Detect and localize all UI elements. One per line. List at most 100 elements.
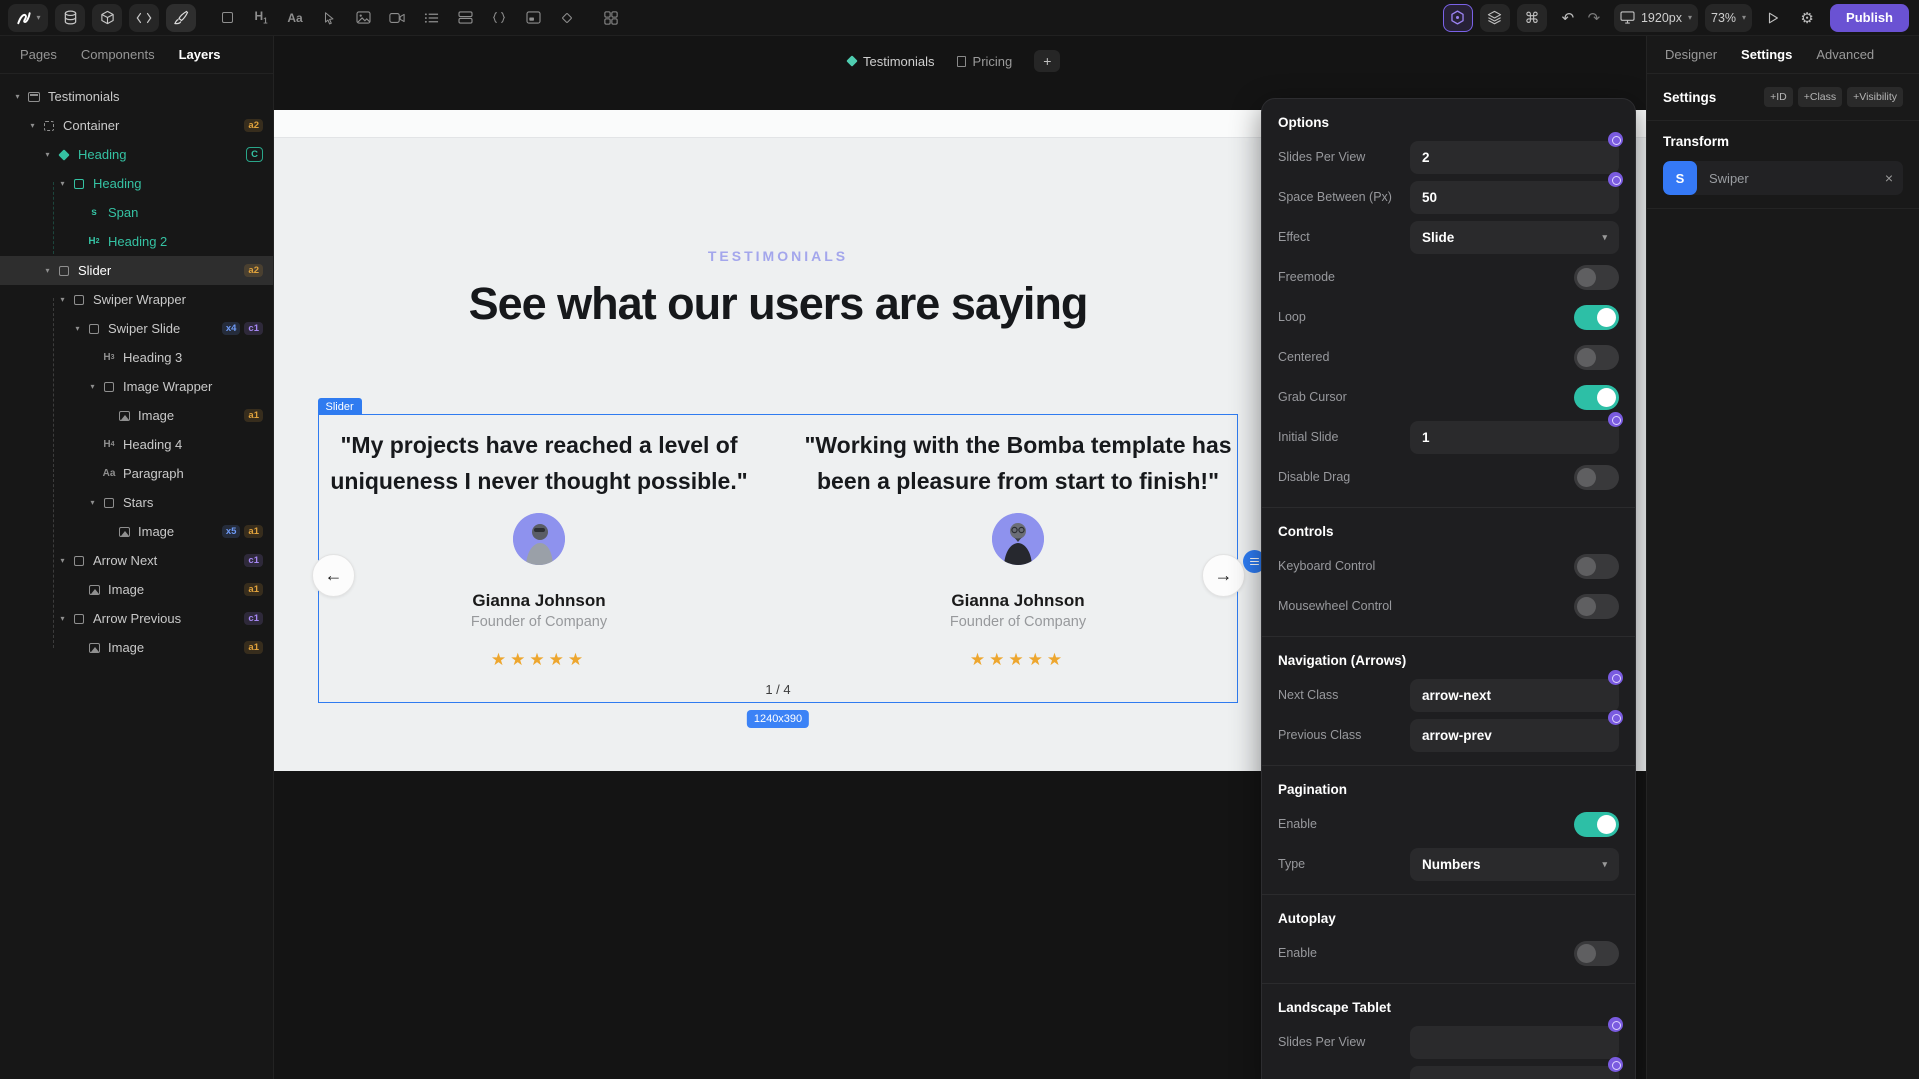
section-heading[interactable]: See what our users are saying: [318, 278, 1238, 330]
design-paintbrush-button[interactable]: [166, 4, 196, 32]
expand-chevron-icon[interactable]: ▾: [40, 150, 55, 159]
layer-row-image[interactable]: Imagea1: [0, 575, 273, 604]
layer-row-image[interactable]: Imagex5a1: [0, 517, 273, 546]
layer-row-image[interactable]: Imagea1: [0, 401, 273, 430]
expand-chevron-icon[interactable]: ▾: [85, 498, 100, 507]
layer-row-heading-3[interactable]: H3Heading 3: [0, 343, 273, 372]
layer-row-testimonials[interactable]: ▾Testimonials: [0, 82, 273, 111]
expand-chevron-icon[interactable]: ▾: [70, 324, 85, 333]
binding-badge-icon[interactable]: [1608, 132, 1623, 147]
frame-icon[interactable]: [212, 4, 242, 32]
expand-chevron-icon[interactable]: ▾: [10, 92, 25, 101]
code-button[interactable]: [129, 4, 159, 32]
app-logo-menu[interactable]: ▾: [8, 4, 48, 32]
add-class-button[interactable]: +Class: [1798, 87, 1842, 107]
option-select[interactable]: Slide▾: [1410, 221, 1619, 254]
slider-next-button[interactable]: →: [1202, 554, 1245, 597]
expand-chevron-icon[interactable]: ▾: [55, 295, 70, 304]
toggle-centered[interactable]: [1574, 345, 1619, 370]
page-tab-pricing[interactable]: Pricing: [957, 54, 1013, 69]
option-input[interactable]: 2: [1410, 141, 1619, 174]
settings-gear-button[interactable]: ⚙: [1794, 5, 1820, 31]
expand-chevron-icon[interactable]: ▾: [55, 614, 70, 623]
transform-swiper-item[interactable]: S Swiper ×: [1663, 161, 1903, 195]
layer-row-span[interactable]: sSpan: [0, 198, 273, 227]
layer-row-heading[interactable]: ▾Heading: [0, 169, 273, 198]
slider-element[interactable]: Slider "My projects have reached a level…: [318, 414, 1238, 703]
node-hexagon-button[interactable]: [1443, 4, 1473, 32]
heading-icon[interactable]: H1: [246, 4, 276, 32]
binding-badge-icon[interactable]: [1608, 1057, 1623, 1072]
binding-badge-icon[interactable]: [1608, 1017, 1623, 1032]
layer-row-heading[interactable]: ▾HeadingC: [0, 140, 273, 169]
layer-row-paragraph[interactable]: AaParagraph: [0, 459, 273, 488]
add-page-tab-button[interactable]: +: [1034, 50, 1060, 72]
expand-chevron-icon[interactable]: ▾: [40, 266, 55, 275]
layer-row-heading-4[interactable]: H4Heading 4: [0, 430, 273, 459]
toggle-enable[interactable]: [1574, 941, 1619, 966]
layer-row-arrow-next[interactable]: ▾Arrow Nextc1: [0, 546, 273, 575]
testimonial-slide[interactable]: "My projects have reached a level of uni…: [319, 427, 759, 670]
toggle-freemode[interactable]: [1574, 265, 1619, 290]
video-icon[interactable]: [382, 4, 412, 32]
section-eyebrow[interactable]: TESTIMONIALS: [318, 248, 1238, 264]
image-icon[interactable]: [348, 4, 378, 32]
layer-row-heading-2[interactable]: H2Heading 2: [0, 227, 273, 256]
testimonial-slide[interactable]: "Working with the Bomba template has bee…: [797, 427, 1239, 670]
layer-row-slider[interactable]: ▾Slidera2: [0, 256, 273, 285]
tab-components[interactable]: Components: [81, 47, 155, 62]
layer-row-swiper-wrapper[interactable]: ▾Swiper Wrapper: [0, 285, 273, 314]
binding-badge-icon[interactable]: [1608, 172, 1623, 187]
option-input[interactable]: [1410, 1026, 1619, 1059]
diamond-icon[interactable]: [552, 4, 582, 32]
toggle-disable-drag[interactable]: [1574, 465, 1619, 490]
toggle-keyboard-control[interactable]: [1574, 554, 1619, 579]
layer-row-arrow-previous[interactable]: ▾Arrow Previousc1: [0, 604, 273, 633]
preview-play-button[interactable]: [1760, 5, 1786, 31]
brackets-icon[interactable]: [484, 4, 514, 32]
device-width-dropdown[interactable]: 1920px ▾: [1614, 4, 1698, 32]
publish-button[interactable]: Publish: [1830, 4, 1909, 32]
redo-button[interactable]: ↷: [1581, 5, 1607, 31]
option-input[interactable]: 50: [1410, 181, 1619, 214]
option-input[interactable]: arrow-prev: [1410, 719, 1619, 752]
layer-row-container[interactable]: ▾Containera2: [0, 111, 273, 140]
layer-row-image-wrapper[interactable]: ▾Image Wrapper: [0, 372, 273, 401]
option-select[interactable]: Numbers▾: [1410, 848, 1619, 881]
expand-chevron-icon[interactable]: ▾: [55, 556, 70, 565]
undo-button[interactable]: ↶: [1555, 5, 1581, 31]
expand-chevron-icon[interactable]: ▾: [25, 121, 40, 130]
page-tab-testimonials[interactable]: Testimonials: [848, 54, 935, 69]
layers-button[interactable]: [1480, 4, 1510, 32]
list-icon[interactable]: [416, 4, 446, 32]
command-shortcuts-button[interactable]: ⌘: [1517, 4, 1547, 32]
binding-badge-icon[interactable]: [1608, 710, 1623, 725]
option-input[interactable]: [1410, 1066, 1619, 1079]
tab-advanced[interactable]: Advanced: [1816, 47, 1874, 62]
option-input[interactable]: arrow-next: [1410, 679, 1619, 712]
embed-icon[interactable]: [518, 4, 548, 32]
rows-icon[interactable]: [450, 4, 480, 32]
remove-transform-icon[interactable]: ×: [1885, 170, 1893, 186]
add-id-button[interactable]: +ID: [1764, 87, 1793, 107]
tab-pages[interactable]: Pages: [20, 47, 57, 62]
toggle-mousewheel-control[interactable]: [1574, 594, 1619, 619]
add-visibility-button[interactable]: +Visibility: [1847, 87, 1903, 107]
zoom-dropdown[interactable]: 73% ▾: [1705, 4, 1752, 32]
apps-grid-icon[interactable]: [596, 4, 626, 32]
tab-layers[interactable]: Layers: [179, 47, 221, 62]
layer-row-stars[interactable]: ▾Stars: [0, 488, 273, 517]
toggle-loop[interactable]: [1574, 305, 1619, 330]
layer-row-image[interactable]: Imagea1: [0, 633, 273, 662]
tab-settings[interactable]: Settings: [1741, 47, 1792, 62]
layer-row-swiper-slide[interactable]: ▾Swiper Slidex4c1: [0, 314, 273, 343]
toggle-grab-cursor[interactable]: [1574, 385, 1619, 410]
cms-database-button[interactable]: [55, 4, 85, 32]
toggle-enable[interactable]: [1574, 812, 1619, 837]
option-input[interactable]: 1: [1410, 421, 1619, 454]
components-3d-button[interactable]: [92, 4, 122, 32]
expand-chevron-icon[interactable]: ▾: [55, 179, 70, 188]
binding-badge-icon[interactable]: [1608, 412, 1623, 427]
expand-chevron-icon[interactable]: ▾: [85, 382, 100, 391]
binding-badge-icon[interactable]: [1608, 670, 1623, 685]
